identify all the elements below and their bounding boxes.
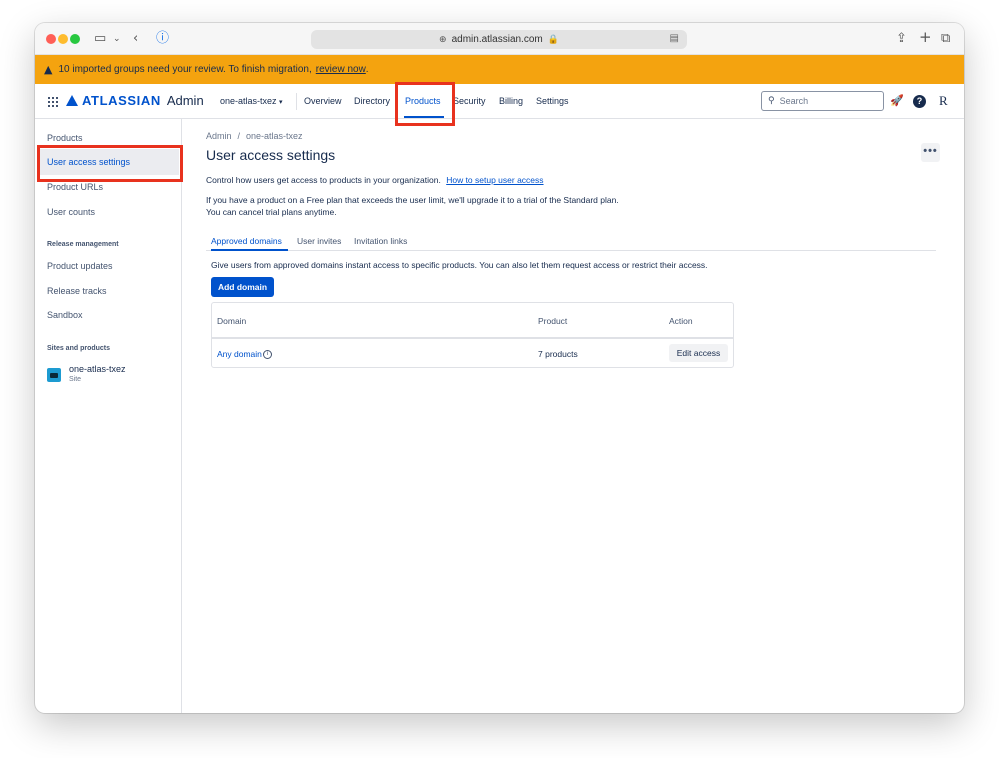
search-box[interactable]: ⚲	[761, 91, 884, 111]
table-row-product-cell: 7 products	[538, 349, 578, 359]
sites-and-products-heading: Sites and products	[47, 345, 111, 352]
sidebar-item-sandbox[interactable]: Sandbox	[47, 310, 83, 320]
browser-toolbar: ▭ ⌄ ‹ ⓘ ⊕ admin.atlassian.com 🔒 ▤ ⇪ + ⧉	[35, 23, 964, 55]
any-domain-link[interactable]: Any domain	[217, 349, 262, 359]
url-text: admin.atlassian.com	[451, 34, 543, 45]
browser-window: ▭ ⌄ ‹ ⓘ ⊕ admin.atlassian.com 🔒 ▤ ⇪ + ⧉ …	[35, 23, 964, 713]
sidebar-item-product-urls[interactable]: Product URLs	[47, 182, 103, 192]
tab-approved-domains[interactable]: Approved domains	[211, 236, 282, 246]
info-icon[interactable]: i	[262, 350, 272, 360]
nav-settings[interactable]: Settings	[536, 96, 569, 106]
brand-name: ATLASSIAN	[82, 93, 161, 108]
top-navigation: ATLASSIAN Admin one-atlas-txez ▾ Overvie…	[35, 84, 964, 119]
site-icon	[47, 368, 61, 382]
active-tab-indicator	[211, 249, 288, 251]
sidebar-item-release-tracks[interactable]: Release tracks	[47, 286, 107, 296]
breadcrumb: Admin / one-atlas-txez	[206, 131, 303, 141]
access-tabs: Approved domains User invites Invitation…	[206, 236, 936, 251]
globe-icon: ⊕	[439, 34, 447, 45]
nav-divider	[296, 93, 297, 110]
nav-overview[interactable]: Overview	[304, 96, 342, 106]
breadcrumb-admin[interactable]: Admin	[206, 131, 232, 141]
page-title: User access settings	[206, 147, 336, 163]
nav-security[interactable]: Security	[453, 96, 486, 106]
notifications-icon[interactable]: 🚀	[890, 94, 904, 107]
banner-suffix: .	[365, 64, 369, 75]
tab-user-invites[interactable]: User invites	[297, 236, 341, 246]
column-header-action: Action	[669, 316, 693, 326]
atlassian-logo[interactable]: ATLASSIAN Admin	[66, 93, 204, 108]
trial-note: If you have a product on a Free plan tha…	[206, 194, 619, 218]
domains-table: Domain Product Action Any domain i 7 prod…	[211, 302, 734, 368]
help-icon[interactable]: ?	[913, 95, 926, 108]
atlassian-mark-icon	[66, 95, 78, 106]
org-switcher[interactable]: one-atlas-txez ▾	[220, 96, 283, 106]
sidebar: Products User access settings Product UR…	[35, 119, 182, 713]
sidebar-item-products[interactable]: Products	[47, 133, 83, 143]
trial-note-line-1: If you have a product on a Free plan tha…	[206, 195, 619, 205]
migration-warning-banner: ▲ 10 imported groups need your review. T…	[35, 55, 964, 84]
breadcrumb-separator: /	[237, 131, 241, 141]
back-icon[interactable]: ‹	[133, 30, 138, 48]
sidebar-item-product-updates[interactable]: Product updates	[47, 261, 113, 271]
avatar[interactable]: R	[939, 93, 948, 109]
banner-message: 10 imported groups need your review. To …	[58, 64, 312, 75]
edit-access-button[interactable]: Edit access	[669, 344, 728, 362]
search-input[interactable]	[779, 96, 865, 106]
site-type: Site	[69, 376, 82, 383]
chevron-down-icon: ▾	[279, 98, 283, 106]
setup-user-access-link[interactable]: How to setup user access	[446, 175, 543, 185]
sidebar-toggle-icon[interactable]: ▭	[94, 30, 106, 48]
share-icon[interactable]: ⇪	[896, 30, 907, 48]
nav-billing[interactable]: Billing	[499, 96, 523, 106]
app-switcher-icon[interactable]	[48, 97, 58, 107]
column-header-product: Product	[538, 316, 568, 326]
user-access-settings-highlight-box	[37, 145, 183, 182]
review-now-link[interactable]: review now	[316, 64, 366, 75]
site-name[interactable]: one-atlas-txez	[69, 364, 126, 374]
zoom-window-button[interactable]	[70, 34, 80, 44]
intro-text: Control how users get access to products…	[206, 175, 544, 185]
tab-invitation-links[interactable]: Invitation links	[354, 236, 407, 246]
chevron-down-icon[interactable]: ⌄	[113, 30, 121, 48]
minimize-window-button[interactable]	[58, 34, 68, 44]
trial-note-line-2: You can cancel trial plans anytime.	[206, 207, 337, 217]
address-bar[interactable]: ⊕ admin.atlassian.com 🔒 ▤	[311, 30, 687, 49]
close-window-button[interactable]	[46, 34, 56, 44]
password-manager-icon[interactable]: ⓘ	[156, 30, 169, 48]
column-header-domain: Domain	[217, 316, 247, 326]
tab-overview-icon[interactable]: ⧉	[941, 30, 950, 48]
warning-icon: ▲	[44, 63, 53, 76]
products-highlight-box	[395, 82, 455, 126]
sidebar-item-user-counts[interactable]: User counts	[47, 207, 95, 217]
search-icon: ⚲	[768, 96, 775, 106]
product-name: Admin	[166, 93, 204, 108]
org-name: one-atlas-txez	[220, 96, 277, 106]
table-row-domain-cell: Any domain i	[217, 349, 272, 360]
add-domain-button[interactable]: Add domain	[211, 277, 274, 297]
nav-directory[interactable]: Directory	[354, 96, 390, 106]
intro-message: Control how users get access to products…	[206, 175, 441, 185]
release-management-heading: Release management	[47, 241, 119, 248]
breadcrumb-org[interactable]: one-atlas-txez	[246, 131, 303, 141]
lock-icon: 🔒	[547, 34, 559, 45]
new-tab-icon[interactable]: +	[919, 28, 932, 46]
header-divider	[212, 337, 733, 339]
reader-icon[interactable]: ▤	[670, 33, 679, 44]
approved-domains-description: Give users from approved domains instant…	[211, 260, 708, 270]
more-actions-button[interactable]: •••	[921, 143, 940, 162]
